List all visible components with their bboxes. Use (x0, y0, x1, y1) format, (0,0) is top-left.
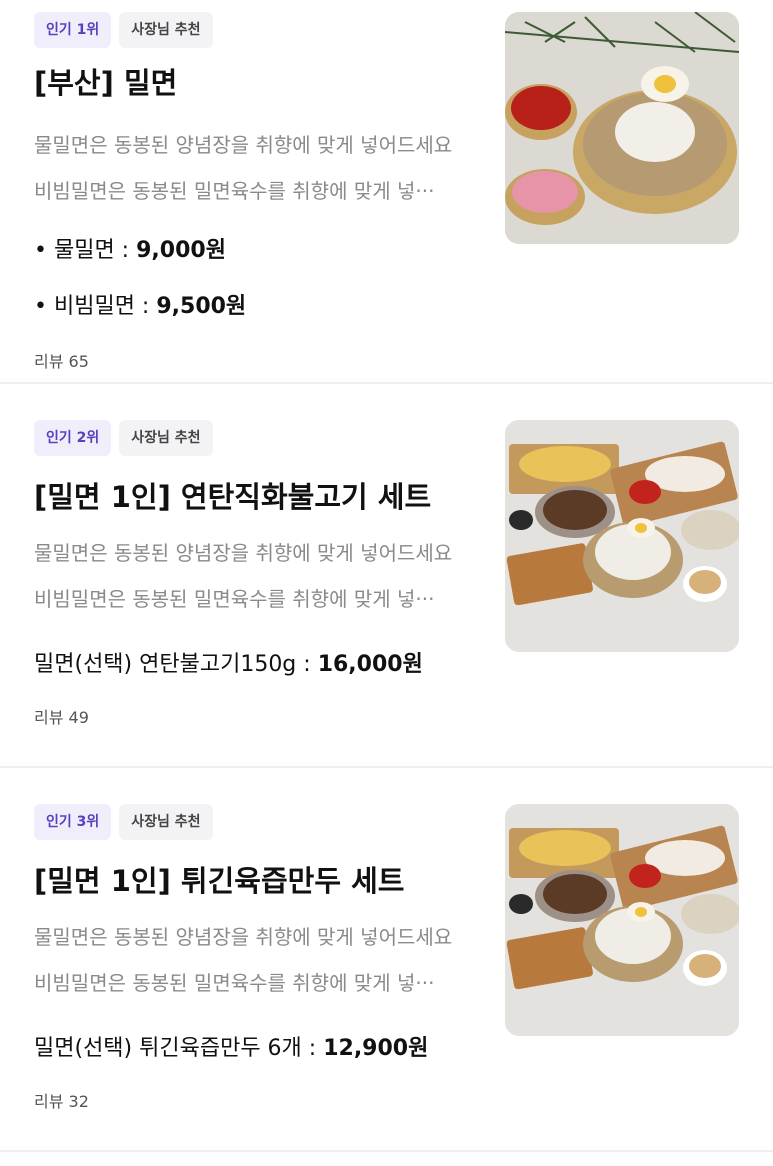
review-count: 리뷰 49 (34, 708, 89, 727)
cold-noodle-bowl-photo[interactable] (505, 12, 739, 244)
price-row: • 물밀면 : 9,000원 (34, 232, 226, 264)
menu-title[interactable]: [밀면 1인] 튀긴육즙만두 세트 (34, 858, 404, 900)
owner-recommend-badge: 사장님 추천 (119, 804, 213, 840)
price-row: • 비빔밀면 : 9,500원 (34, 288, 246, 320)
menu-description: 물밀면은 동봉된 양념장을 취향에 맞게 넣어드세요 비빔밀면은 동봉된 밀면육… (34, 122, 489, 214)
description-line: 비빔밀면은 동봉된 밀면육수를 취향에 맞게 넣··· (34, 971, 435, 995)
rank-badge: 인기 3위 (34, 804, 112, 840)
price-amount: 9,500원 (156, 294, 247, 319)
menu-title[interactable]: [밀면 1인] 연탄직화불고기 세트 (34, 474, 431, 516)
price-amount: 12,900원 (323, 1036, 429, 1061)
price-amount: 9,000원 (136, 238, 226, 263)
price-label: 밀면(선택) 연탄불고기150g : (34, 652, 311, 677)
price-row: 밀면(선택) 튀긴육즙만두 6개 : 12,900원 (34, 1030, 428, 1062)
description-line: 물밀면은 동봉된 양념장을 취향에 맞게 넣어드세요 (34, 541, 453, 565)
menu-description: 물밀면은 동봉된 양념장을 취향에 맞게 넣어드세요 비빔밀면은 동봉된 밀면육… (34, 914, 489, 1006)
menu-card[interactable]: 인기 2위 사장님 추천 [밀면 1인] 연탄직화불고기 세트 물밀면은 동봉된… (0, 384, 773, 768)
rank-badge: 인기 2위 (34, 420, 112, 456)
review-count: 리뷰 32 (34, 1092, 89, 1111)
badge-group: 인기 2위 사장님 추천 (34, 420, 213, 456)
owner-recommend-badge: 사장님 추천 (119, 420, 213, 456)
description-line: 비빔밀면은 동봉된 밀면육수를 취향에 맞게 넣··· (34, 587, 435, 611)
menu-card[interactable]: 인기 3위 사장님 추천 [밀면 1인] 튀긴육즙만두 세트 물밀면은 동봉된 … (0, 768, 773, 1152)
badge-group: 인기 1위 사장님 추천 (34, 12, 213, 48)
price-amount: 16,000원 (317, 652, 423, 677)
price-label: • 비빔밀면 : (34, 294, 150, 319)
description-line: 비빔밀면은 동봉된 밀면육수를 취향에 맞게 넣··· (34, 179, 435, 203)
rank-badge: 인기 1위 (34, 12, 112, 48)
menu-description: 물밀면은 동봉된 양념장을 취향에 맞게 넣어드세요 비빔밀면은 동봉된 밀면육… (34, 530, 489, 622)
price-row: 밀면(선택) 연탄불고기150g : 16,000원 (34, 646, 423, 678)
price-label: • 물밀면 : (34, 238, 130, 263)
description-line: 물밀면은 동봉된 양념장을 취향에 맞게 넣어드세요 (34, 925, 453, 949)
badge-group: 인기 3위 사장님 추천 (34, 804, 213, 840)
menu-card[interactable]: 인기 1위 사장님 추천 [부산] 밀면 물밀면은 동봉된 양념장을 취향에 맞… (0, 0, 773, 384)
review-count: 리뷰 65 (34, 352, 89, 371)
owner-recommend-badge: 사장님 추천 (119, 12, 213, 48)
bulgogi-set-photo[interactable] (505, 420, 739, 652)
dumpling-set-photo[interactable] (505, 804, 739, 1036)
menu-title[interactable]: [부산] 밀면 (34, 60, 177, 102)
price-label: 밀면(선택) 튀긴육즙만두 6개 : (34, 1036, 317, 1061)
description-line: 물밀면은 동봉된 양념장을 취향에 맞게 넣어드세요 (34, 133, 453, 157)
